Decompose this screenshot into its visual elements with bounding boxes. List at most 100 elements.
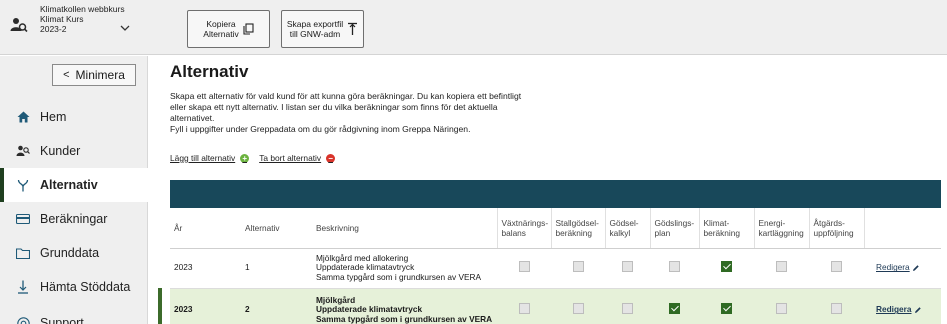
context-course-period: 2023-2 [40, 24, 67, 34]
sidebar-item-home[interactable]: Hem [0, 100, 148, 134]
pencil-icon [914, 307, 921, 313]
header-text: balans [501, 227, 526, 238]
header-text: kalkyl [609, 227, 631, 238]
remove-alternative-link[interactable]: Ta bort alternativ − [259, 153, 336, 163]
header-actions [863, 208, 941, 249]
header-nutrient-balance[interactable]: Växtnärings-balans [496, 208, 551, 249]
cell-year: 2023 [170, 288, 241, 324]
sidebar-item-customers[interactable]: Kunder [0, 134, 148, 168]
header-text: plan [654, 227, 671, 238]
alternatives-table: År Alternativ Beskrivning Växtnärings-ba… [170, 180, 941, 324]
header-description[interactable]: Beskrivning [312, 208, 497, 249]
export-button-line1: Skapa exportfil [286, 19, 344, 29]
sidebar-item-label: Support [40, 316, 84, 324]
header-year[interactable]: År [170, 208, 241, 249]
add-alternative-link[interactable]: Lägg till alternativ + [170, 153, 250, 163]
alternative-actions: Lägg till alternativ + Ta bort alternati… [170, 153, 940, 163]
sidebar-item-label: Hämta Stöddata [40, 280, 131, 294]
copy-button-line2: Alternativ [203, 29, 239, 39]
header-text: kartläggning [758, 227, 804, 238]
export-icon [348, 22, 358, 35]
description-line: Fyll i uppgifter under Greppadata om du … [170, 124, 471, 134]
checkbox-action-followup[interactable] [831, 261, 842, 273]
checkbox-action-followup[interactable] [831, 303, 842, 315]
header-text: beräkning [555, 227, 592, 238]
description-line: alternativet. [170, 113, 215, 123]
header-alternative[interactable]: Alternativ [241, 208, 312, 249]
branch-icon [16, 178, 30, 192]
minimize-label: Minimera [75, 68, 125, 82]
support-icon [16, 316, 30, 324]
table-header-band [170, 180, 941, 208]
header-text: beräkning [703, 227, 740, 238]
edit-link[interactable]: Redigera [876, 305, 922, 315]
checkbox-manure-calculation[interactable] [572, 261, 584, 273]
header-climate-calculation[interactable]: Klimat-beräkning [698, 208, 754, 249]
table-row[interactable]: 2023 1 Mjölkgård med allokering Uppdater… [170, 248, 941, 289]
sidebar-item-fetch-support-data[interactable]: Hämta Stöddata [0, 270, 148, 304]
description-line: Samma typgård som i grundkursen av VERA [316, 313, 493, 324]
copy-icon [243, 23, 254, 35]
checkbox-energy-mapping[interactable] [776, 303, 787, 315]
header-manure-calculation[interactable]: Stallgödsel-beräkning [550, 208, 605, 249]
chevron-left-icon: < [63, 69, 70, 81]
export-button-line2: till GNW-adm [289, 29, 341, 39]
checkbox-fertilization-plan[interactable] [669, 261, 680, 273]
pencil-icon [912, 265, 919, 271]
table-row-selected[interactable]: 2023 2 Mjölkgård Uppdaterade klimatavtry… [170, 288, 941, 324]
header-energy-mapping[interactable]: Energi-kartläggning [753, 208, 809, 249]
remove-alternative-label: Ta bort alternativ [259, 153, 322, 163]
sidebar-item-alternatives[interactable]: Alternativ [0, 168, 148, 202]
minus-icon: − [326, 153, 336, 163]
top-bar: Klimatkollen webbkurs Klimat Kurs 2023-2… [0, 0, 947, 55]
description-line: Samma typgård som i grundkursen av VERA [316, 271, 482, 282]
edit-link[interactable]: Redigera [876, 263, 920, 273]
header-text: Klimat- [703, 217, 730, 228]
plus-icon: + [240, 153, 250, 163]
checkbox-nutrient-balance[interactable] [518, 261, 530, 273]
header-text: uppföljning [813, 227, 854, 238]
copy-alternative-button[interactable]: Kopiera Alternativ [187, 10, 270, 48]
sidebar-item-label: Hem [40, 110, 67, 124]
sidebar-item-base-data[interactable]: Grunddata [0, 236, 148, 270]
context-course-name: Klimat Kurs [40, 14, 84, 24]
cell-alternative: 1 [241, 248, 312, 289]
checkbox-manure-calculation[interactable] [572, 303, 584, 315]
header-text: Stallgödsel- [555, 217, 599, 228]
page-title: Alternativ [170, 62, 249, 81]
minimize-sidebar-button[interactable]: < Minimera [52, 64, 136, 86]
create-export-file-button[interactable]: Skapa exportfil till GNW-adm [281, 10, 364, 48]
add-alternative-label: Lägg till alternativ [170, 153, 236, 163]
checkbox-fertilizer-calculation[interactable] [622, 261, 633, 273]
description-line: eller skapa ett nytt alternativ. I lista… [170, 102, 498, 112]
checkbox-fertilizer-calculation[interactable] [622, 303, 633, 315]
header-fertilization-plan[interactable]: Gödslings-plan [649, 208, 699, 249]
checkbox-fertilization-plan[interactable] [669, 303, 680, 315]
context-course-title: Klimatkollen webbkurs [40, 4, 125, 14]
sidebar-item-label: Beräkningar [40, 212, 108, 226]
header-text: Gödsel- [609, 217, 639, 228]
chevron-down-icon[interactable] [120, 24, 130, 32]
sidebar-item-calculations[interactable]: Beräkningar [0, 202, 148, 236]
header-text: Växtnärings- [501, 217, 549, 228]
checkbox-climate-calculation[interactable] [721, 303, 732, 315]
sidebar: < Minimera Hem Kunder Alternativ Beräkni… [0, 56, 148, 324]
header-action-followup[interactable]: Åtgärds-uppföljning [808, 208, 864, 249]
checkbox-climate-calculation[interactable] [721, 261, 732, 273]
page-description: Skapa ett alternativ för vald kund för a… [170, 91, 600, 135]
header-fertilizer-calculation[interactable]: Gödsel-kalkyl [604, 208, 650, 249]
checkbox-nutrient-balance[interactable] [518, 303, 530, 315]
checkbox-energy-mapping[interactable] [776, 261, 787, 273]
folder-icon [16, 246, 30, 260]
cell-description: Mjölkgård med allokering Uppdaterade kli… [312, 248, 497, 289]
cell-year: 2023 [170, 248, 241, 289]
header-text: Energi- [758, 217, 786, 228]
download-icon [16, 280, 30, 294]
context-selector[interactable]: Klimatkollen webbkurs Klimat Kurs 2023-2 [8, 4, 148, 50]
cell-alternative: 2 [241, 288, 312, 324]
home-icon [16, 110, 30, 124]
users-icon [16, 144, 30, 158]
sidebar-item-support[interactable]: Support [0, 306, 148, 324]
header-text: Gödslings- [654, 217, 695, 228]
description-line: Skapa ett alternativ för vald kund för a… [170, 91, 522, 101]
